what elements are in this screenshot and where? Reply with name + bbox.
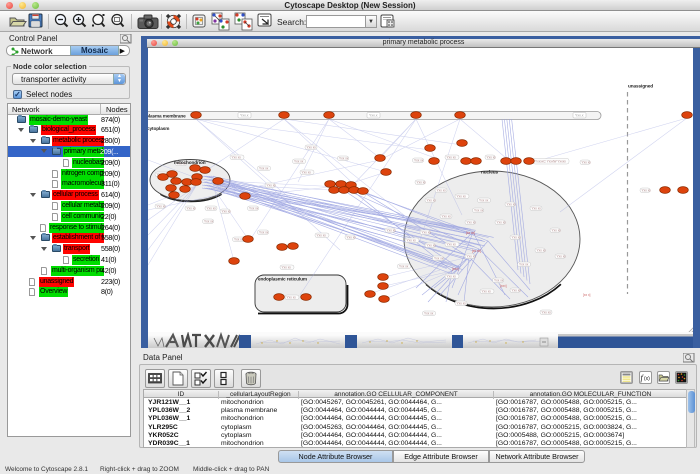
- svg-text:Yxx xx: Yxx xx: [302, 171, 312, 175]
- svg-text:mitochondrion: mitochondrion: [174, 160, 206, 165]
- svg-text:Yxx xx: Yxx xx: [287, 296, 297, 300]
- svg-text:Yxx xx: Yxx xx: [222, 210, 232, 214]
- svg-text:[xxx]: [xxx]: [452, 267, 459, 271]
- svg-text:Yxx xx: Yxx xx: [537, 249, 547, 253]
- svg-text:Yxx xx: Yxx xx: [207, 207, 217, 211]
- svg-text:Yxx xx: Yxx xx: [232, 156, 242, 160]
- svg-text:[xx xx]: [xx xx]: [466, 231, 475, 235]
- svg-text:Yxx xx: Yxx xx: [507, 203, 517, 207]
- svg-text:Yxx xx: Yxx xx: [427, 244, 437, 248]
- svg-text:Yxx xx: Yxx xx: [487, 156, 497, 160]
- svg-text:Yxx xx: Yxx xx: [259, 231, 269, 235]
- svg-text:Yxx xx: Yxx xx: [249, 207, 259, 211]
- svg-text:Yxx xx: Yxx xx: [307, 146, 317, 150]
- svg-text:unassigned: unassigned: [628, 84, 653, 89]
- svg-text:endoplasmic reticulum: endoplasmic reticulum: [258, 277, 307, 282]
- svg-text:Yxx xx: Yxx xx: [157, 205, 167, 209]
- svg-text:Yxx.x: Yxx.x: [575, 114, 584, 118]
- svg-text:Yxx xx: Yxx xx: [417, 181, 427, 185]
- svg-text:Yxx xx: Yxx xx: [482, 290, 492, 294]
- svg-text:Yxx xx: Yxx xx: [427, 199, 437, 203]
- svg-text:Yxx xx: Yxx xx: [557, 255, 567, 259]
- svg-text:Yxx xx: Yxx xx: [399, 265, 409, 269]
- svg-text:[xx x]: [xx x]: [583, 293, 591, 297]
- svg-text:Yxx xx: Yxx xx: [267, 184, 277, 188]
- svg-text:[xxx]: [xxx]: [500, 284, 507, 288]
- svg-text:Yxx xx: Yxx xx: [532, 207, 542, 211]
- svg-text:Yxx xx: Yxx xx: [437, 189, 447, 193]
- svg-text:(x): (x): [644, 376, 650, 382]
- svg-text:plasma membrane: plasma membrane: [148, 114, 186, 119]
- svg-text:Yxx xx: Yxx xx: [187, 207, 197, 211]
- svg-text:Yxx xx: Yxx xx: [512, 289, 522, 293]
- svg-text:Yxx xx: Yxx xx: [542, 311, 552, 315]
- svg-text:Yxx xx: Yxx xx: [442, 215, 452, 219]
- svg-text:Yxx xx: Yxx xx: [259, 167, 269, 171]
- svg-text:Yxx xx: Yxx xx: [434, 257, 444, 261]
- svg-text:Yxx xx: Yxx xx: [447, 243, 457, 247]
- svg-text:nucleus: nucleus: [481, 170, 499, 175]
- svg-text:Yxx xx: Yxx xx: [512, 236, 522, 240]
- svg-text:Yxx xx: Yxx xx: [447, 275, 457, 279]
- svg-text:Yxx.x: Yxx.x: [369, 114, 378, 118]
- svg-text:Yxx xx: Yxx xx: [519, 263, 529, 267]
- svg-text:Yxx xx: Yxx xx: [422, 231, 432, 235]
- svg-text:Yxx xx: Yxx xx: [317, 234, 327, 238]
- svg-text:Yxx xx: Yxx xx: [339, 157, 349, 161]
- svg-text:Yxx xx: Yxx xx: [467, 255, 477, 259]
- svg-text:Yxx xx: Yxx xx: [234, 238, 244, 242]
- svg-text:Yxx xx: Yxx xx: [474, 209, 484, 213]
- svg-text:YxxxxC YxxxW Yxxxx: YxxxxC YxxxW Yxxxx: [535, 160, 566, 164]
- svg-text:Yxx xx: Yxx xx: [204, 220, 214, 224]
- svg-text:Yxx xx: Yxx xx: [407, 239, 417, 243]
- svg-text:cytoplasm: cytoplasm: [148, 126, 169, 131]
- svg-text:Yxx xx: Yxx xx: [467, 221, 477, 225]
- svg-text:Yxx.x: Yxx.x: [240, 114, 249, 118]
- svg-text:Yxx xx: Yxx xx: [347, 236, 357, 240]
- svg-text:Yxx xx: Yxx xx: [582, 161, 592, 165]
- svg-text:Yxx xx: Yxx xx: [294, 160, 304, 164]
- svg-text:Yxx xx: Yxx xx: [494, 279, 504, 283]
- svg-text:Yxx xx: Yxx xx: [387, 229, 397, 233]
- svg-text:Yxx xx: Yxx xx: [479, 199, 489, 203]
- svg-text:[xx xx]: [xx xx]: [472, 249, 481, 253]
- svg-text:Yxx xx: Yxx xx: [457, 302, 467, 306]
- svg-text:Yxx xx: Yxx xx: [497, 221, 507, 225]
- svg-text:Yxx xx: Yxx xx: [642, 189, 652, 193]
- svg-text:Yxx xx: Yxx xx: [447, 156, 457, 160]
- svg-text:Yxx xx: Yxx xx: [552, 229, 562, 233]
- svg-text:Yxx xx: Yxx xx: [414, 159, 424, 163]
- svg-text:Yxx xx: Yxx xx: [282, 266, 292, 270]
- svg-text:Yxx xx: Yxx xx: [424, 312, 434, 316]
- svg-text:Yxx xx: Yxx xx: [457, 195, 467, 199]
